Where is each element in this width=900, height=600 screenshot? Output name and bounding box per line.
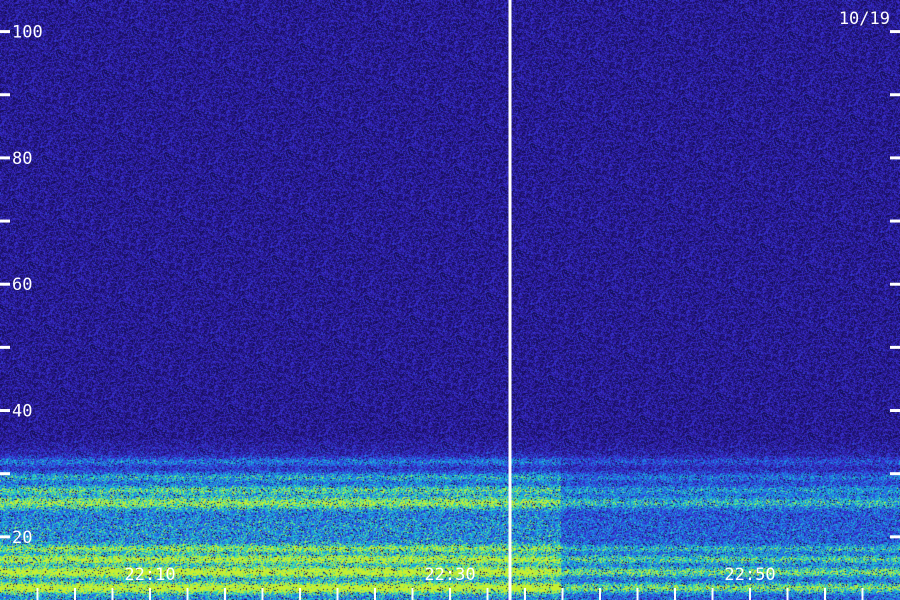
- x-tick-label-2250: 22:50: [724, 565, 775, 585]
- date-label: 10/19: [839, 9, 890, 29]
- x-axis: 22:10 22:30 22:50: [36, 565, 864, 600]
- y-tick-label-60: 60: [12, 275, 32, 295]
- x-tick-label-2210: 22:10: [124, 565, 175, 585]
- spectrogram-chart: 20 40 60 80 100 22:10 22:30 22:50 10/19: [0, 0, 900, 600]
- y-tick-label-20: 20: [12, 528, 32, 548]
- chart-overlay: 20 40 60 80 100 22:10 22:30 22:50 10/19: [0, 0, 900, 600]
- y-tick-label-100: 100: [12, 23, 43, 43]
- y-tick-label-80: 80: [12, 149, 32, 169]
- x-tick-label-2230: 22:30: [424, 565, 475, 585]
- y-tick-label-40: 40: [12, 402, 32, 422]
- y-axis: 20 40 60 80 100: [0, 23, 900, 548]
